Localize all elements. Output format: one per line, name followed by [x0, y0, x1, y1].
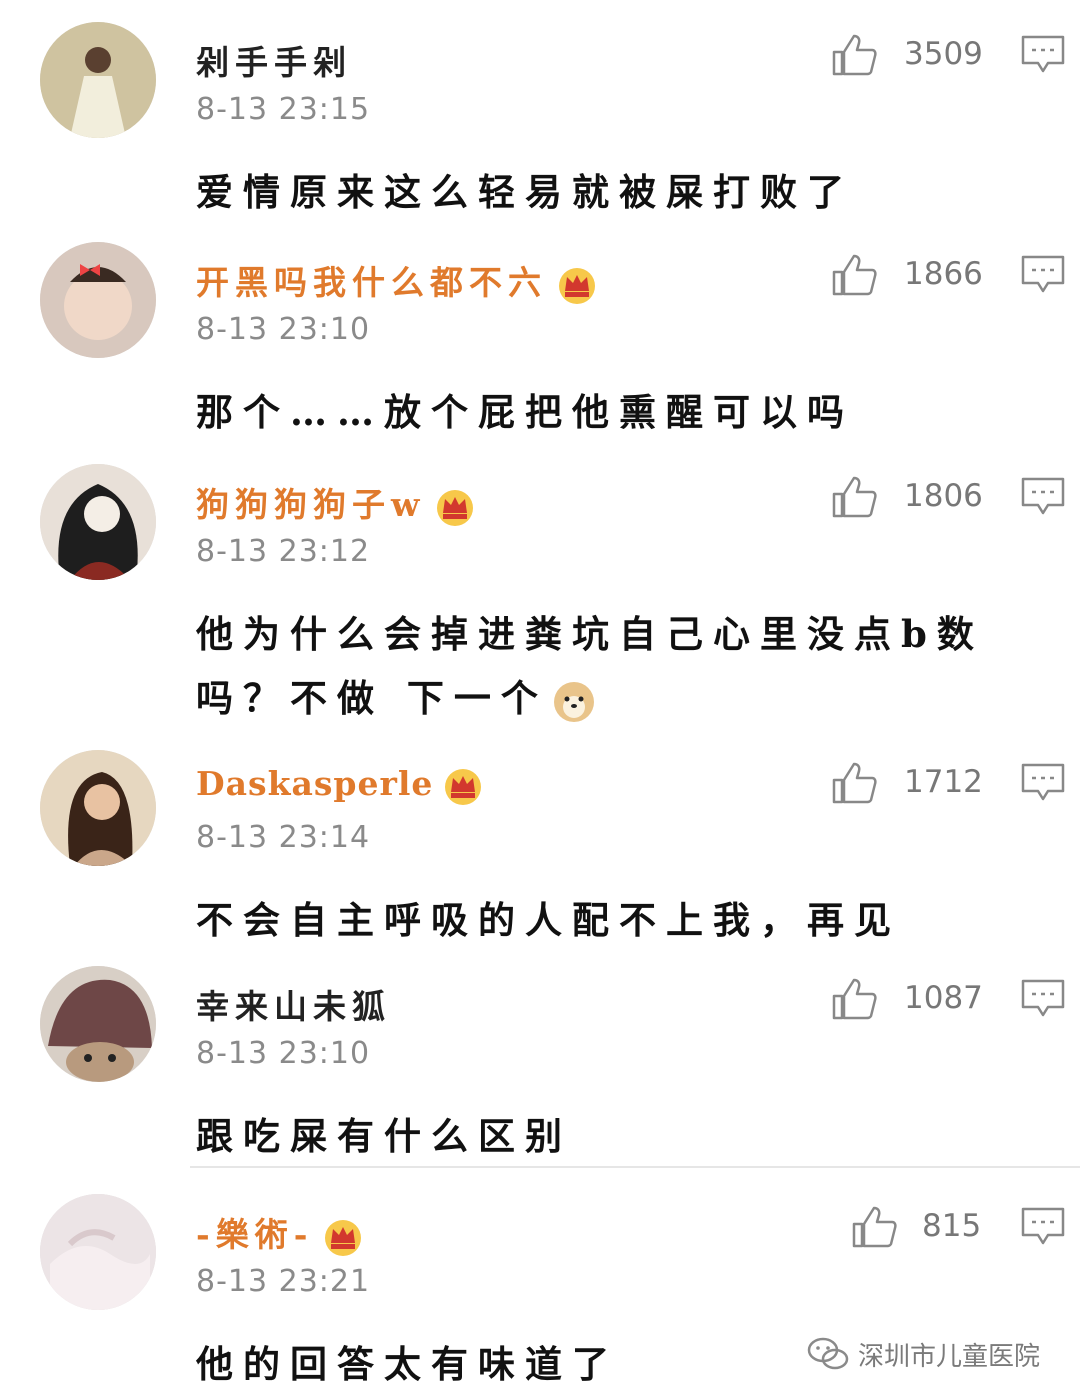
username[interactable]: 狗狗狗狗子w [196, 478, 477, 527]
like-count: 1806 [904, 478, 983, 514]
like-count: 1866 [904, 256, 983, 292]
thumbs-up-icon[interactable] [830, 250, 878, 298]
divider [190, 1166, 1080, 1168]
thumbs-up-icon[interactable] [830, 472, 878, 520]
comment-text: 爱情原来这么轻易就被屎打败了 [196, 170, 854, 214]
like-count: 3509 [904, 36, 983, 72]
girl-in-dress-avatar[interactable] [40, 22, 156, 138]
thumbs-up-icon[interactable] [830, 30, 878, 78]
username[interactable]: 剁手手剁 [196, 36, 352, 84]
woman-portrait-avatar[interactable] [40, 750, 156, 866]
comment-time: 8-13 23:21 [196, 1264, 371, 1299]
like-count: 815 [922, 1208, 982, 1244]
comment-time: 8-13 23:12 [196, 534, 371, 569]
comment-text: 跟吃屎有什么区别 [196, 1114, 572, 1158]
doge-emoji-icon [553, 681, 594, 722]
like-count: 1712 [904, 764, 983, 800]
like-count: 1087 [904, 980, 983, 1016]
username[interactable]: Daskasperle [196, 764, 485, 806]
username[interactable]: 幸来山未狐 [196, 980, 391, 1028]
illustrated-woman-avatar[interactable] [40, 464, 156, 580]
crown-icon [445, 769, 482, 805]
username[interactable]: 开黑吗我什么都不六 [196, 256, 599, 305]
reply-icon[interactable] [1020, 34, 1066, 74]
comment-time: 8-13 23:10 [196, 1036, 371, 1071]
comment-time: 8-13 23:10 [196, 312, 371, 347]
crown-icon [559, 268, 595, 304]
thumbs-up-icon[interactable] [830, 758, 878, 806]
watermark: 深圳市儿童医院 [806, 1332, 1040, 1376]
reply-icon[interactable] [1020, 978, 1066, 1018]
reply-icon[interactable] [1020, 476, 1066, 516]
watermark-text: 深圳市儿童医院 [858, 1341, 1041, 1372]
crown-icon [437, 490, 474, 526]
username[interactable]: -樂術- [196, 1208, 365, 1257]
comment-time: 8-13 23:14 [196, 820, 371, 855]
wechat-icon [807, 1337, 849, 1370]
comment-time: 8-13 23:15 [196, 92, 371, 127]
comment-text: 不会自主呼吸的人配不上我，再见 [196, 898, 901, 942]
comment-text: 他为什么会掉进粪坑自己心里没点b数吗？不做 下一个 [196, 602, 1046, 730]
reply-icon[interactable] [1020, 762, 1066, 802]
thumbs-up-icon[interactable] [850, 1202, 898, 1250]
reply-icon[interactable] [1020, 1206, 1066, 1246]
comment-text: 那个……放个屁把他熏醒可以吗 [196, 390, 854, 434]
baby-with-bow-avatar[interactable] [40, 242, 156, 358]
cat-in-hat-avatar[interactable] [40, 966, 156, 1082]
thumbs-up-icon[interactable] [830, 974, 878, 1022]
hand-photo-avatar[interactable] [40, 1194, 156, 1310]
crown-icon [325, 1220, 362, 1256]
reply-icon[interactable] [1020, 254, 1066, 294]
